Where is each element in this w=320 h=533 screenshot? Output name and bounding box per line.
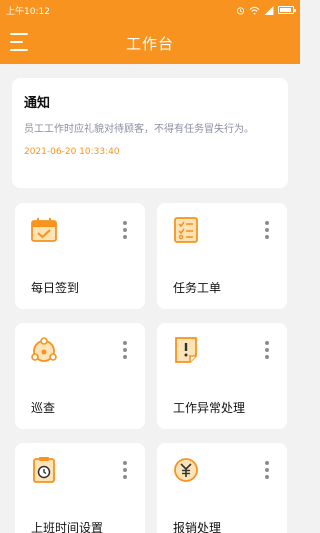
alarm-icon bbox=[236, 6, 245, 15]
signal-icon bbox=[264, 5, 274, 15]
card-label: 巡查 bbox=[31, 401, 56, 415]
card-daily-checkin[interactable]: 每日签到 bbox=[15, 203, 145, 309]
card-work-time-settings[interactable]: 上班时间设置 bbox=[15, 443, 145, 533]
more-options-icon[interactable] bbox=[123, 461, 127, 479]
notice-title: 通知 bbox=[24, 96, 51, 111]
more-options-icon[interactable] bbox=[265, 461, 269, 479]
reimbursement-icon bbox=[174, 458, 198, 482]
notice-time: 2021-06-20 10:33:40 bbox=[24, 147, 120, 157]
card-label: 上班时间设置 bbox=[31, 521, 104, 533]
card-label: 报销处理 bbox=[173, 521, 222, 533]
card-task-orders[interactable]: 任务工单 bbox=[157, 203, 287, 309]
task-list-icon bbox=[174, 217, 198, 243]
status-icons bbox=[236, 5, 296, 15]
card-label: 任务工单 bbox=[173, 281, 222, 295]
more-options-icon[interactable] bbox=[265, 341, 269, 359]
card-patrol[interactable]: 巡查 bbox=[15, 323, 145, 429]
notice-card[interactable]: 通知 员工工作时应礼貌对待顾客，不得有任务冒失行为。 2021-06-20 10… bbox=[12, 78, 288, 188]
calendar-check-icon bbox=[31, 218, 57, 242]
notice-body: 员工工作时应礼貌对待顾客，不得有任务冒失行为。 bbox=[24, 124, 254, 135]
card-work-exception[interactable]: 工作异常处理 bbox=[157, 323, 287, 429]
card-label: 工作异常处理 bbox=[173, 401, 246, 415]
exception-alert-icon bbox=[175, 337, 197, 363]
page-title: 工作台 bbox=[125, 35, 174, 53]
work-time-icon bbox=[33, 457, 55, 483]
status-bar: 上午10:12 bbox=[0, 0, 300, 20]
patrol-location-icon bbox=[31, 337, 57, 362]
status-time: 上午10:12 bbox=[6, 6, 50, 17]
battery-icon bbox=[278, 6, 296, 14]
more-options-icon[interactable] bbox=[265, 221, 269, 239]
card-label: 每日签到 bbox=[31, 281, 80, 295]
app-header: 工作台 bbox=[0, 20, 300, 64]
wifi-icon bbox=[249, 6, 260, 15]
more-options-icon[interactable] bbox=[123, 341, 127, 359]
card-reimbursement[interactable]: 报销处理 bbox=[157, 443, 287, 533]
more-options-icon[interactable] bbox=[123, 221, 127, 239]
